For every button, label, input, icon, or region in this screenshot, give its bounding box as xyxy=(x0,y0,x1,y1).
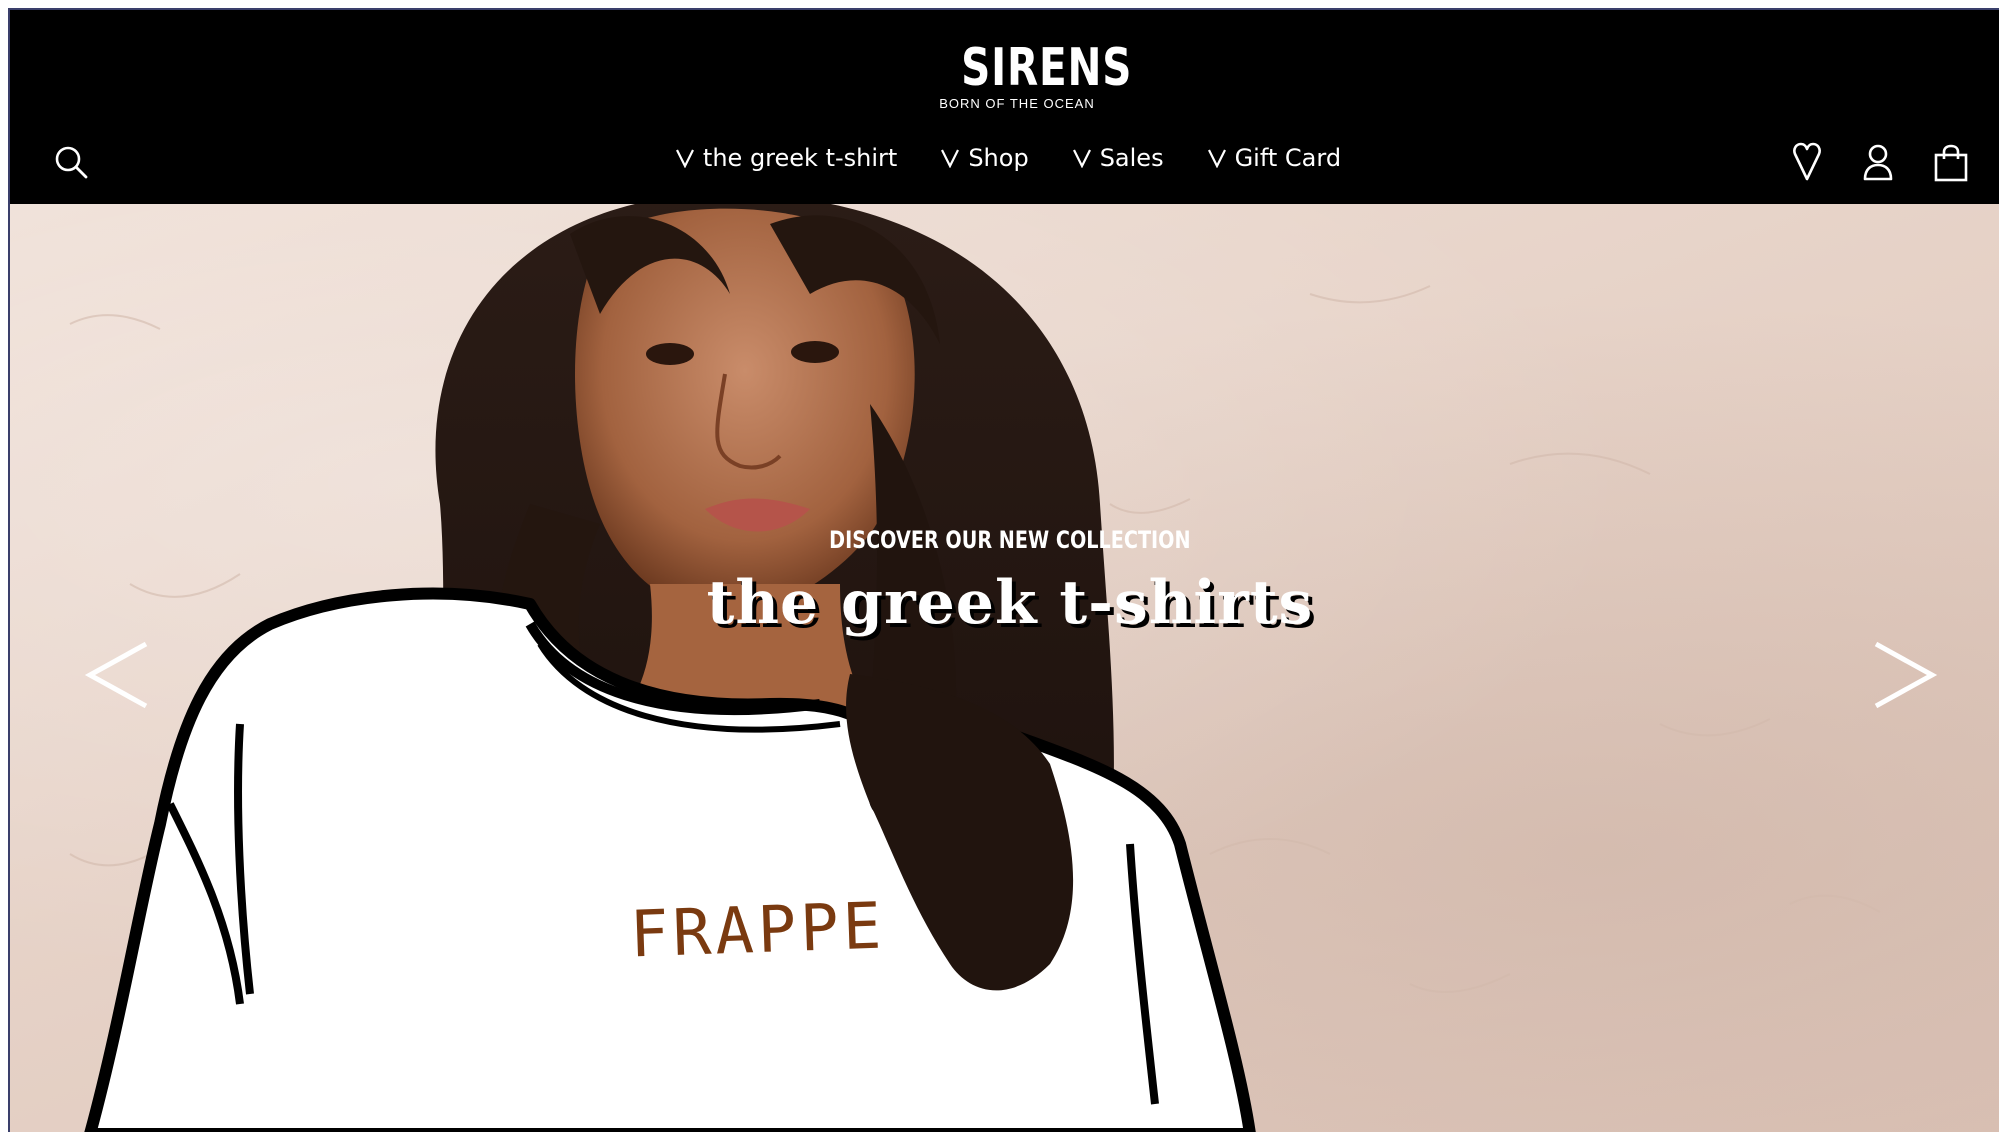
shirt-print-text: FRAPPE xyxy=(628,889,887,973)
nav-item-label: Sales xyxy=(1099,144,1164,172)
hero-headline[interactable]: the greek t-shirts xyxy=(560,568,1460,638)
site-header: SIRENS BORN OF THE OCEAN the greek t-shi… xyxy=(10,10,1999,204)
chevron-down-icon xyxy=(1207,149,1226,168)
logo-tagline: BORN OF THE OCEAN xyxy=(939,96,1095,111)
chevron-left-icon[interactable] xyxy=(84,640,154,710)
nav-item-label: Gift Card xyxy=(1234,144,1342,172)
hero-eyebrow: DISCOVER OUR NEW COLLECTION xyxy=(829,526,1191,554)
main-navigation: the greek t-shirt Shop Sales Gift Card xyxy=(10,144,1999,172)
wishlist-heart-icon[interactable] xyxy=(1791,142,1823,182)
chevron-down-icon xyxy=(1072,149,1091,168)
nav-item-shop[interactable]: Shop xyxy=(941,144,1029,172)
chevron-right-icon[interactable] xyxy=(1868,640,1938,710)
hero-copy: DISCOVER OUR NEW COLLECTION the greek t-… xyxy=(560,526,1460,638)
browser-viewport: SIRENS BORN OF THE OCEAN the greek t-shi… xyxy=(8,8,1999,1132)
logo-wordmark: SIRENS xyxy=(961,38,1133,98)
nav-item-sales[interactable]: Sales xyxy=(1072,144,1164,172)
hero-banner[interactable]: FRAPPE DISCOVER OUR NEW COLLECTION the g… xyxy=(10,204,1999,1132)
chevron-down-icon xyxy=(675,149,694,168)
nav-item-gift-card[interactable]: Gift Card xyxy=(1207,144,1342,172)
brand-logo[interactable]: SIRENS BORN OF THE OCEAN xyxy=(937,42,1131,111)
nav-item-greek-tshirt[interactable]: the greek t-shirt xyxy=(675,144,898,172)
chevron-down-icon xyxy=(941,149,960,168)
shopping-bag-icon[interactable] xyxy=(1934,144,1968,182)
account-icon[interactable] xyxy=(1862,143,1894,183)
nav-item-label: Shop xyxy=(968,144,1029,172)
nav-item-label: the greek t-shirt xyxy=(702,144,898,172)
hero-model-illustration xyxy=(69,204,1881,1132)
